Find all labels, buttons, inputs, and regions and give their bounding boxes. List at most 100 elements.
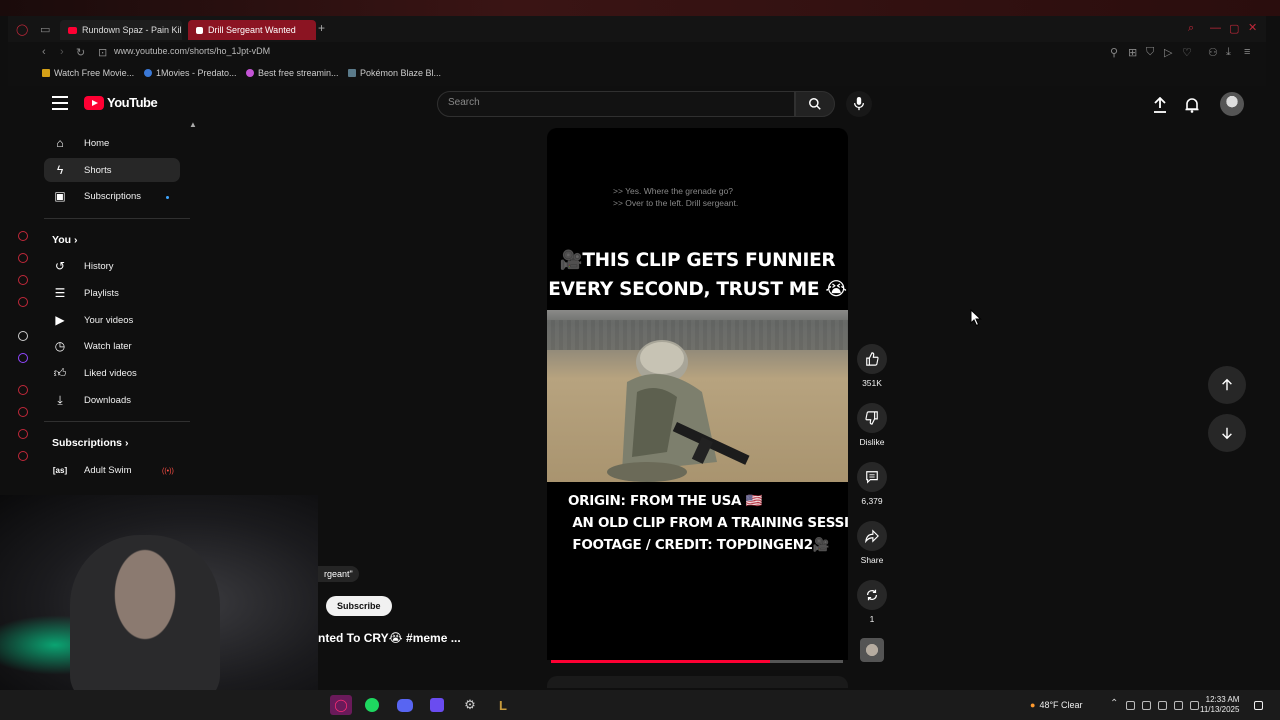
voice-search-button[interactable] — [846, 91, 872, 117]
bookmark-item[interactable]: Best free streamin... — [246, 68, 339, 78]
like-button-circle[interactable] — [857, 344, 887, 374]
weather-widget[interactable]: ● 48°F Clear — [1030, 700, 1083, 710]
search-tabs-icon[interactable]: ⌕ — [1188, 22, 1194, 35]
settings-gear-icon[interactable] — [18, 451, 28, 461]
next-short-preview[interactable] — [547, 676, 848, 688]
forward-arrow-icon[interactable]: › — [60, 46, 64, 58]
sidebar-app-icon[interactable] — [18, 407, 28, 417]
pin-icon[interactable]: ⚲ — [1110, 46, 1118, 59]
comments-button-circle[interactable] — [857, 462, 887, 492]
mouse-cursor-icon — [970, 309, 982, 327]
dislike-button-circle[interactable] — [857, 403, 887, 433]
tray-app-icon[interactable] — [1142, 701, 1151, 710]
discord-taskbar-icon[interactable] — [394, 695, 416, 715]
opera-logo-icon[interactable]: ◯ — [16, 23, 28, 36]
close-window-icon[interactable]: ✕ — [1248, 21, 1257, 34]
notifications-center-icon[interactable] — [1254, 701, 1263, 710]
new-tab-plus-icon[interactable]: + — [318, 21, 325, 35]
like-button[interactable]: 351K — [857, 344, 887, 388]
sidebar-item-playlists[interactable]: ☰ Playlists — [44, 281, 180, 305]
subscriptions-section-heading[interactable]: Subscriptions › — [52, 437, 128, 449]
play-icon[interactable]: ▷ — [1164, 46, 1172, 59]
heart-icon[interactable]: ♡ — [1182, 46, 1192, 59]
opera-gx-taskbar-icon[interactable]: ◯ — [330, 695, 352, 715]
shorts-player[interactable]: >> Yes. Where the grenade go? >> Over to… — [547, 128, 848, 660]
tab-label: Rundown Spaz - Pain Kil — [82, 25, 182, 35]
sidebar-item-downloads[interactable]: ⤓ Downloads — [44, 388, 180, 412]
sidebar-item-subscriptions[interactable]: ▣ Subscriptions — [44, 184, 180, 208]
tab-drill-sergeant[interactable]: Drill Sergeant Wanted — [188, 20, 316, 40]
playlists-icon: ☰ — [54, 286, 66, 300]
sidebar-item-shorts[interactable]: ϟ Shorts — [44, 158, 180, 182]
tab-menu-icon[interactable]: ▭ — [40, 23, 50, 36]
tray-app-icon[interactable] — [1126, 701, 1135, 710]
subscription-item-adult-swim[interactable]: [as] Adult Swim — [44, 458, 180, 482]
create-upload-button[interactable] — [1150, 95, 1170, 115]
steam-taskbar-icon[interactable]: ⚙ — [459, 695, 481, 715]
menu-icon[interactable]: ≡ — [1244, 46, 1250, 58]
volume-icon[interactable] — [1190, 701, 1199, 710]
back-arrow-icon[interactable]: ‹ — [42, 46, 46, 58]
new-content-dot — [166, 196, 169, 199]
maximize-icon[interactable]: ▢ — [1229, 22, 1239, 35]
comments-button[interactable]: 6,379 — [857, 462, 887, 506]
sidebar-app-icon[interactable] — [18, 275, 28, 285]
microphone-icon — [853, 97, 865, 111]
download-icon[interactable]: ⤓ — [1226, 46, 1231, 59]
hamburger-menu-icon[interactable] — [52, 96, 68, 110]
sidebar-app-icon[interactable] — [18, 429, 28, 439]
sidebar-app-icon[interactable] — [18, 297, 28, 307]
sidebar-item-label: Watch later — [84, 340, 132, 352]
subscribe-button[interactable]: Subscribe — [326, 596, 392, 616]
you-section-heading[interactable]: You › — [52, 234, 77, 246]
tab-rundown-spaz[interactable]: Rundown Spaz - Pain Kil — [60, 20, 182, 40]
reload-icon[interactable]: ↻ — [76, 46, 85, 59]
profile-icon[interactable]: ⚇ — [1208, 46, 1218, 59]
video-progress-bar[interactable] — [551, 660, 843, 663]
twitch-icon[interactable] — [18, 353, 28, 363]
search-box — [437, 91, 795, 117]
sidebar-item-label: Playlists — [84, 287, 119, 299]
share-button-circle[interactable] — [857, 521, 887, 551]
sidebar-item-liked-videos[interactable]: 👍︎ Liked videos — [44, 361, 180, 385]
sidebar-item-watch-later[interactable]: ◷ Watch later — [44, 334, 180, 358]
sidebar-item-your-videos[interactable]: ▶ Your videos — [44, 308, 180, 332]
tray-app-icon[interactable] — [1158, 701, 1167, 710]
bookmark-item[interactable]: 1Movies - Predato... — [144, 68, 237, 78]
bookmark-item[interactable]: Watch Free Movie... — [42, 68, 134, 78]
previous-short-button[interactable] — [1208, 366, 1246, 404]
app-grid-taskbar-icon[interactable] — [426, 695, 448, 715]
notifications-button[interactable] — [1182, 95, 1202, 115]
channel-name-fragment[interactable]: rgeant" — [318, 566, 359, 582]
league-taskbar-icon[interactable]: L — [492, 695, 514, 715]
sidebar-app-icon[interactable] — [18, 385, 28, 395]
sidebar-item-history[interactable]: ↺ History — [44, 254, 180, 278]
minimize-icon[interactable]: — — [1210, 22, 1221, 34]
sidebar-app-icon[interactable] — [18, 253, 28, 263]
bookmark-item[interactable]: Pokémon Blaze Bl... — [348, 68, 441, 78]
snapshot-icon[interactable]: ⊞ — [1128, 46, 1137, 59]
spotify-taskbar-icon[interactable] — [361, 695, 383, 715]
url-text[interactable]: www.youtube.com/shorts/ho_1Jpt-vDM — [114, 46, 270, 56]
shield-icon[interactable]: ⛉ — [1146, 46, 1154, 59]
remix-button-circle[interactable] — [857, 580, 887, 610]
youtube-logo[interactable]: YouTube — [84, 95, 158, 110]
remix-button[interactable]: 1 — [857, 580, 887, 624]
sidebar-app-icon[interactable] — [18, 231, 28, 241]
sidebar-app-icon[interactable] — [18, 331, 28, 341]
arrow-down-icon — [1222, 427, 1232, 440]
scroll-up-icon[interactable]: ▲ — [189, 120, 197, 129]
dislike-button[interactable]: Dislike — [857, 403, 887, 447]
sidebar-item-home[interactable]: ⌂ Home — [44, 131, 180, 155]
search-button[interactable] — [795, 91, 835, 117]
sidebar-item-label: Adult Swim — [84, 464, 132, 476]
next-short-button[interactable] — [1208, 414, 1246, 452]
account-avatar[interactable] — [1220, 92, 1244, 116]
system-clock[interactable]: 12:33 AM 11/13/2025 — [1200, 695, 1239, 715]
network-icon[interactable] — [1174, 701, 1183, 710]
search-input[interactable] — [448, 97, 778, 108]
tray-chevron-up-icon[interactable]: ⌃ — [1110, 698, 1118, 709]
short-title[interactable]: nted To CRY😭 #meme ... — [318, 631, 461, 645]
channel-thumbnail[interactable] — [860, 638, 884, 662]
share-button[interactable]: Share — [857, 521, 887, 565]
